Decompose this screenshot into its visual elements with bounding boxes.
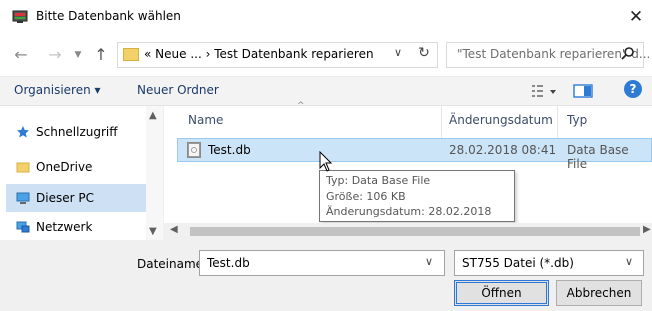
nav-item-onedrive[interactable]: OneDrive bbox=[6, 153, 146, 181]
view-options-icon[interactable] bbox=[530, 81, 560, 101]
nav-item-schnellzugriff[interactable]: Schnellzugriff bbox=[6, 118, 146, 146]
nav-scrollbar[interactable] bbox=[146, 106, 163, 240]
cancel-button[interactable]: Abbrechen bbox=[556, 280, 642, 306]
back-arrow-icon[interactable]: ← bbox=[12, 44, 30, 66]
help-icon[interactable]: ? bbox=[624, 80, 642, 98]
computer-icon bbox=[16, 192, 30, 204]
address-path[interactable]: « Neue ... › Test Datenbank reparieren bbox=[144, 47, 374, 61]
forward-arrow-icon[interactable]: → bbox=[46, 44, 64, 66]
filename-label: Dateiname: bbox=[137, 257, 208, 271]
database-app-icon bbox=[12, 10, 28, 23]
filetype-value[interactable]: ST755 Datei (*.db) bbox=[462, 256, 574, 270]
network-icon bbox=[16, 221, 30, 233]
nav-item-dieser-pc[interactable]: Dieser PC bbox=[6, 184, 146, 212]
open-button[interactable]: Öffnen bbox=[454, 280, 549, 306]
address-dropdown-chevron-icon[interactable]: ∨ bbox=[394, 46, 410, 59]
column-header-type[interactable]: Typ bbox=[567, 113, 587, 127]
folder-icon bbox=[16, 162, 30, 173]
recent-locations-chevron-icon[interactable]: ▼ bbox=[72, 44, 84, 66]
file-tooltip: Typ: Data Base File Größe: 106 KB Änderu… bbox=[319, 170, 515, 234]
filename-value[interactable]: Test.db bbox=[207, 256, 250, 270]
scroll-right-arrow-icon[interactable]: ▶ bbox=[643, 224, 651, 235]
organize-button[interactable]: Organisieren ▾ bbox=[14, 83, 101, 97]
mouse-cursor-icon bbox=[319, 151, 333, 172]
tooltip-type: Typ: Data Base File bbox=[326, 174, 431, 187]
column-divider[interactable] bbox=[557, 106, 558, 138]
close-button[interactable]: ✕ bbox=[622, 4, 650, 30]
up-arrow-icon[interactable]: ↑ bbox=[92, 44, 110, 66]
file-name: Test.db bbox=[208, 143, 251, 157]
filetype-dropdown-chevron-icon[interactable]: ∨ bbox=[625, 255, 633, 268]
nav-item-label: Schnellzugriff bbox=[36, 125, 118, 139]
column-header-name[interactable]: Name bbox=[188, 113, 223, 127]
folder-icon bbox=[123, 48, 139, 61]
scroll-left-arrow-icon[interactable]: ◀ bbox=[170, 224, 178, 235]
nav-item-label: Dieser PC bbox=[36, 191, 94, 205]
file-date: 28.02.2018 08:41 bbox=[449, 143, 557, 157]
search-icon[interactable] bbox=[620, 46, 636, 62]
refresh-icon[interactable]: ↻ bbox=[414, 45, 434, 61]
column-divider[interactable] bbox=[441, 106, 442, 138]
nav-item-label: OneDrive bbox=[36, 160, 93, 174]
preview-pane-icon[interactable] bbox=[572, 81, 594, 101]
star-icon bbox=[17, 126, 29, 138]
scroll-up-arrow-icon[interactable]: ▲ bbox=[149, 110, 157, 121]
new-folder-button[interactable]: Neuer Ordner bbox=[137, 83, 219, 97]
filename-dropdown-chevron-icon[interactable]: ∨ bbox=[425, 255, 433, 268]
scroll-down-arrow-icon[interactable]: ▼ bbox=[149, 226, 157, 237]
scrollbar-thumb[interactable] bbox=[190, 227, 640, 236]
nav-item-netzwerk[interactable]: Netzwerk bbox=[6, 216, 146, 238]
nav-item-label: Netzwerk bbox=[36, 220, 93, 234]
file-type: Data Base File bbox=[567, 143, 629, 171]
column-header-date[interactable]: Änderungsdatum bbox=[449, 113, 553, 127]
window-title: Bitte Datenbank wählen bbox=[36, 9, 181, 23]
tooltip-size: Größe: 106 KB bbox=[326, 189, 406, 203]
database-file-icon bbox=[187, 142, 201, 158]
sort-ascending-icon: ^ bbox=[297, 101, 305, 111]
